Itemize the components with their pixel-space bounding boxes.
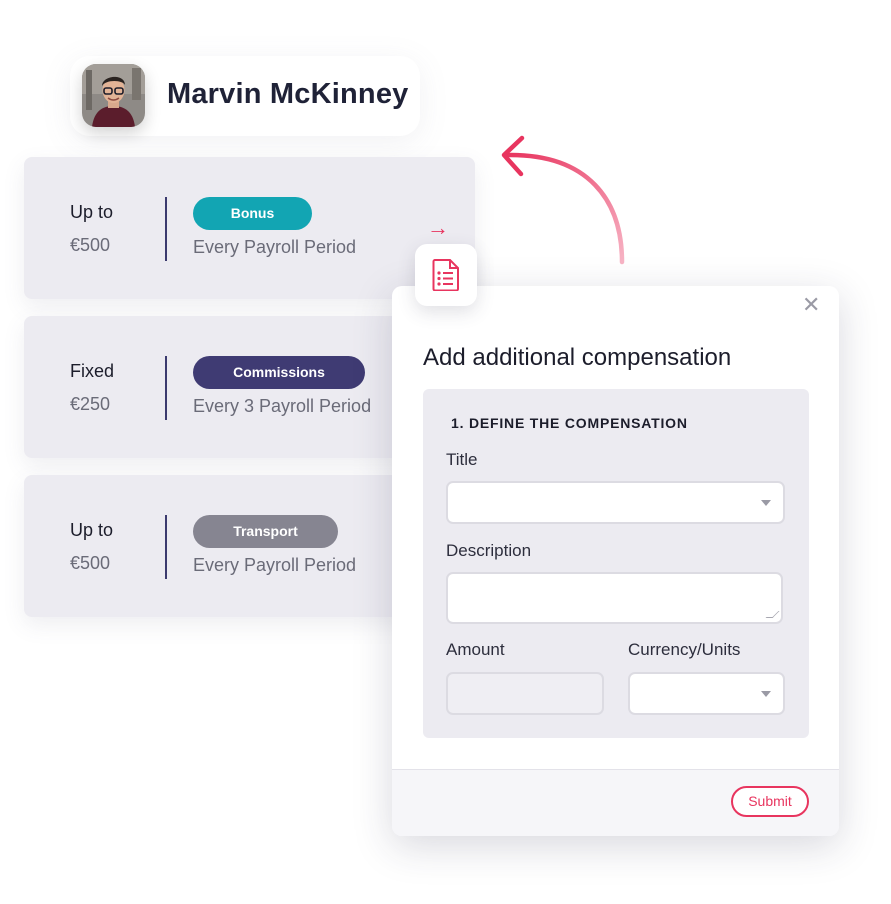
card-type: Fixed — [70, 361, 115, 381]
section-title: 1. DEFINE THE COMPENSATION — [451, 415, 688, 431]
amount-label: Amount — [446, 640, 505, 659]
add-compensation-modal: ✕ Add additional compensation 1. DEFINE … — [392, 286, 839, 836]
close-icon[interactable]: ✕ — [802, 292, 820, 318]
title-label: Title — [446, 450, 478, 469]
card-type: Up to — [70, 202, 114, 222]
card-period: Every Payroll Period — [193, 237, 357, 257]
card-amount: €500 — [70, 235, 111, 255]
curved-arrow-icon — [501, 135, 625, 265]
chevron-down-icon — [761, 499, 771, 506]
arrow-right-icon[interactable]: → — [427, 215, 449, 241]
chevron-down-icon — [761, 690, 771, 697]
user-name: Marvin McKinney — [167, 78, 409, 110]
card-divider — [165, 197, 167, 261]
compensation-card-bonus[interactable]: Up to €500 Bonus Every Payroll Period → — [24, 157, 475, 299]
compensation-form: 1. DEFINE THE COMPENSATION Title Descrip… — [423, 389, 809, 738]
submit-button[interactable]: Submit — [731, 786, 809, 817]
badge-transport: Transport — [193, 515, 338, 548]
avatar — [82, 64, 145, 127]
currency-label: Currency/Units — [628, 640, 741, 659]
badge-commissions: Commissions — [193, 356, 365, 389]
modal-title: Add additional compensation — [423, 344, 732, 371]
currency-select[interactable] — [628, 672, 785, 715]
profile-header: Marvin McKinney — [70, 56, 430, 136]
modal-footer: Submit — [392, 769, 839, 836]
description-textarea[interactable] — [446, 572, 783, 624]
card-period: Every Payroll Period — [193, 555, 357, 575]
card-amount: €250 — [70, 394, 111, 414]
card-type: Up to — [70, 520, 114, 540]
badge-bonus: Bonus — [193, 197, 312, 230]
card-divider — [165, 515, 167, 579]
card-divider — [165, 356, 167, 420]
title-select[interactable] — [446, 481, 785, 524]
avatar-photo — [82, 64, 145, 127]
document-icon-tile — [415, 244, 477, 306]
amount-input[interactable] — [446, 672, 604, 715]
card-period: Every 3 Payroll Period — [193, 396, 372, 416]
resize-handle-icon[interactable] — [765, 611, 780, 618]
document-list-icon — [432, 259, 459, 291]
description-label: Description — [446, 541, 532, 560]
card-amount: €500 — [70, 553, 111, 573]
